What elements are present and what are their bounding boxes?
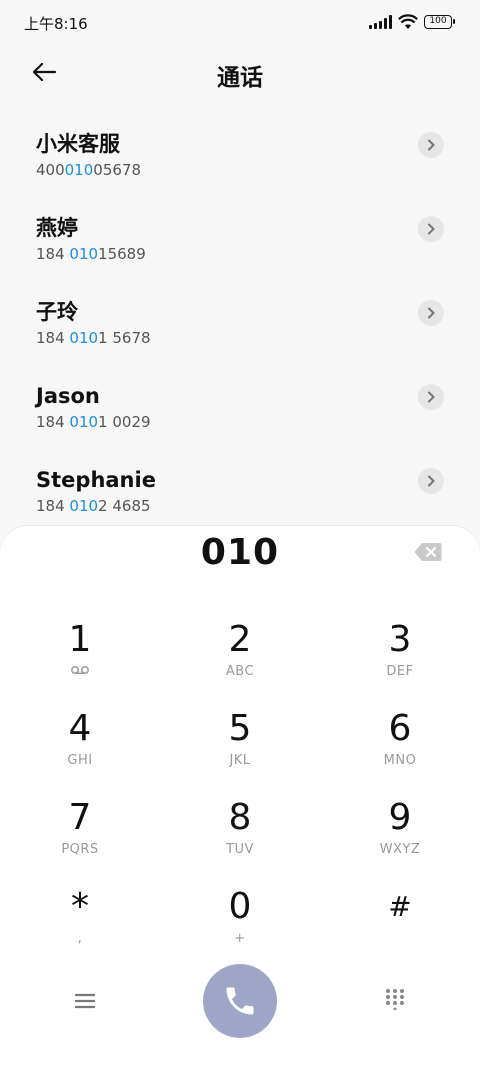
chevron-right-icon — [428, 391, 435, 403]
key-star[interactable]: * , — [0, 885, 160, 974]
contact-detail-button[interactable] — [418, 132, 444, 158]
contact-number: 184 01015689 — [36, 245, 146, 263]
backspace-icon — [414, 543, 442, 561]
contact-number: 184 0101 5678 — [36, 329, 151, 347]
contact-detail-button[interactable] — [418, 384, 444, 410]
key-digit: * — [71, 886, 89, 927]
key-letters: , — [77, 931, 83, 946]
page-title: 通话 — [217, 65, 263, 91]
key-letters: TUV — [226, 842, 254, 857]
contact-detail-button[interactable] — [418, 216, 444, 242]
key-4[interactable]: 4 GHI — [0, 707, 160, 796]
contact-item[interactable]: 子玲 184 0101 5678 — [0, 274, 480, 358]
contact-name: 燕婷 — [36, 216, 78, 240]
contact-item[interactable]: Jason 184 0101 0029 — [0, 358, 480, 442]
contact-item[interactable]: 小米客服 40001005678 — [0, 106, 480, 190]
key-digit: 1 — [68, 619, 92, 660]
status-icons: 100 — [369, 14, 455, 30]
key-5[interactable]: 5 JKL — [160, 707, 320, 796]
key-letters: GHI — [67, 753, 93, 768]
contact-detail-button[interactable] — [418, 300, 444, 326]
key-letters: + — [234, 931, 246, 946]
contact-item[interactable]: 燕婷 184 01015689 — [0, 190, 480, 274]
key-digit: 8 — [228, 797, 252, 838]
key-0[interactable]: 0 + — [160, 885, 320, 974]
key-digit: 3 — [388, 619, 412, 660]
key-digit: 9 — [388, 797, 412, 838]
key-letters: WXYZ — [379, 842, 421, 857]
menu-button[interactable] — [72, 988, 98, 1014]
key-letters: MNO — [383, 753, 417, 768]
dialer-panel: 010 1 2 ABC 3 DEF 4 GHI 5 JKL 6 MNO 7 PQ… — [0, 526, 480, 1066]
key-hash[interactable]: # — [320, 885, 480, 974]
dialer-bottom-bar — [0, 964, 480, 1040]
key-letters: DEF — [386, 664, 414, 679]
contact-item[interactable]: Stephanie 184 0102 4685 — [0, 442, 480, 526]
contact-name: Jason — [36, 384, 100, 408]
contact-name: 子玲 — [36, 300, 78, 324]
battery-icon: 100 — [424, 15, 455, 29]
key-letters: PQRS — [61, 842, 99, 857]
phone-icon — [226, 987, 254, 1015]
key-digit: 7 — [68, 797, 92, 838]
key-letters: JKL — [229, 753, 251, 768]
contact-number: 184 0101 0029 — [36, 413, 151, 431]
key-8[interactable]: 8 TUV — [160, 796, 320, 885]
chevron-right-icon — [428, 139, 435, 151]
dial-input[interactable]: 010 — [0, 532, 480, 573]
status-bar: 上午8:16 100 — [0, 0, 480, 44]
contact-name: Stephanie — [36, 468, 156, 492]
key-1[interactable]: 1 — [0, 618, 160, 707]
contact-name: 小米客服 — [36, 132, 120, 156]
chevron-right-icon — [428, 223, 435, 235]
contact-number: 184 0102 4685 — [36, 497, 151, 515]
contact-detail-button[interactable] — [418, 468, 444, 494]
key-7[interactable]: 7 PQRS — [0, 796, 160, 885]
status-time: 上午8:16 — [24, 15, 88, 33]
header: 通话 — [0, 44, 480, 100]
menu-icon — [74, 993, 96, 1009]
key-2[interactable]: 2 ABC — [160, 618, 320, 707]
call-button[interactable] — [203, 964, 277, 1038]
key-digit: 5 — [228, 708, 252, 749]
keypad: 1 2 ABC 3 DEF 4 GHI 5 JKL 6 MNO 7 PQRS 8… — [0, 618, 480, 974]
chevron-right-icon — [428, 307, 435, 319]
signal-icon — [369, 15, 392, 29]
key-digit: 0 — [228, 886, 252, 927]
key-6[interactable]: 6 MNO — [320, 707, 480, 796]
key-digit: 6 — [388, 708, 412, 749]
key-9[interactable]: 9 WXYZ — [320, 796, 480, 885]
contact-number: 40001005678 — [36, 161, 141, 179]
dialpad-icon — [386, 989, 404, 1011]
chevron-right-icon — [428, 475, 435, 487]
key-3[interactable]: 3 DEF — [320, 618, 480, 707]
voicemail-icon — [71, 666, 89, 674]
key-digit: 2 — [228, 619, 252, 660]
key-digit: # — [388, 890, 412, 923]
key-letters: ABC — [225, 664, 255, 679]
contact-list: 小米客服 40001005678 燕婷 184 01015689 子玲 184 … — [0, 106, 480, 526]
backspace-button[interactable] — [414, 542, 442, 562]
key-digit: 4 — [68, 708, 92, 749]
wifi-icon — [398, 14, 418, 29]
keypad-toggle-button[interactable] — [384, 988, 406, 1011]
